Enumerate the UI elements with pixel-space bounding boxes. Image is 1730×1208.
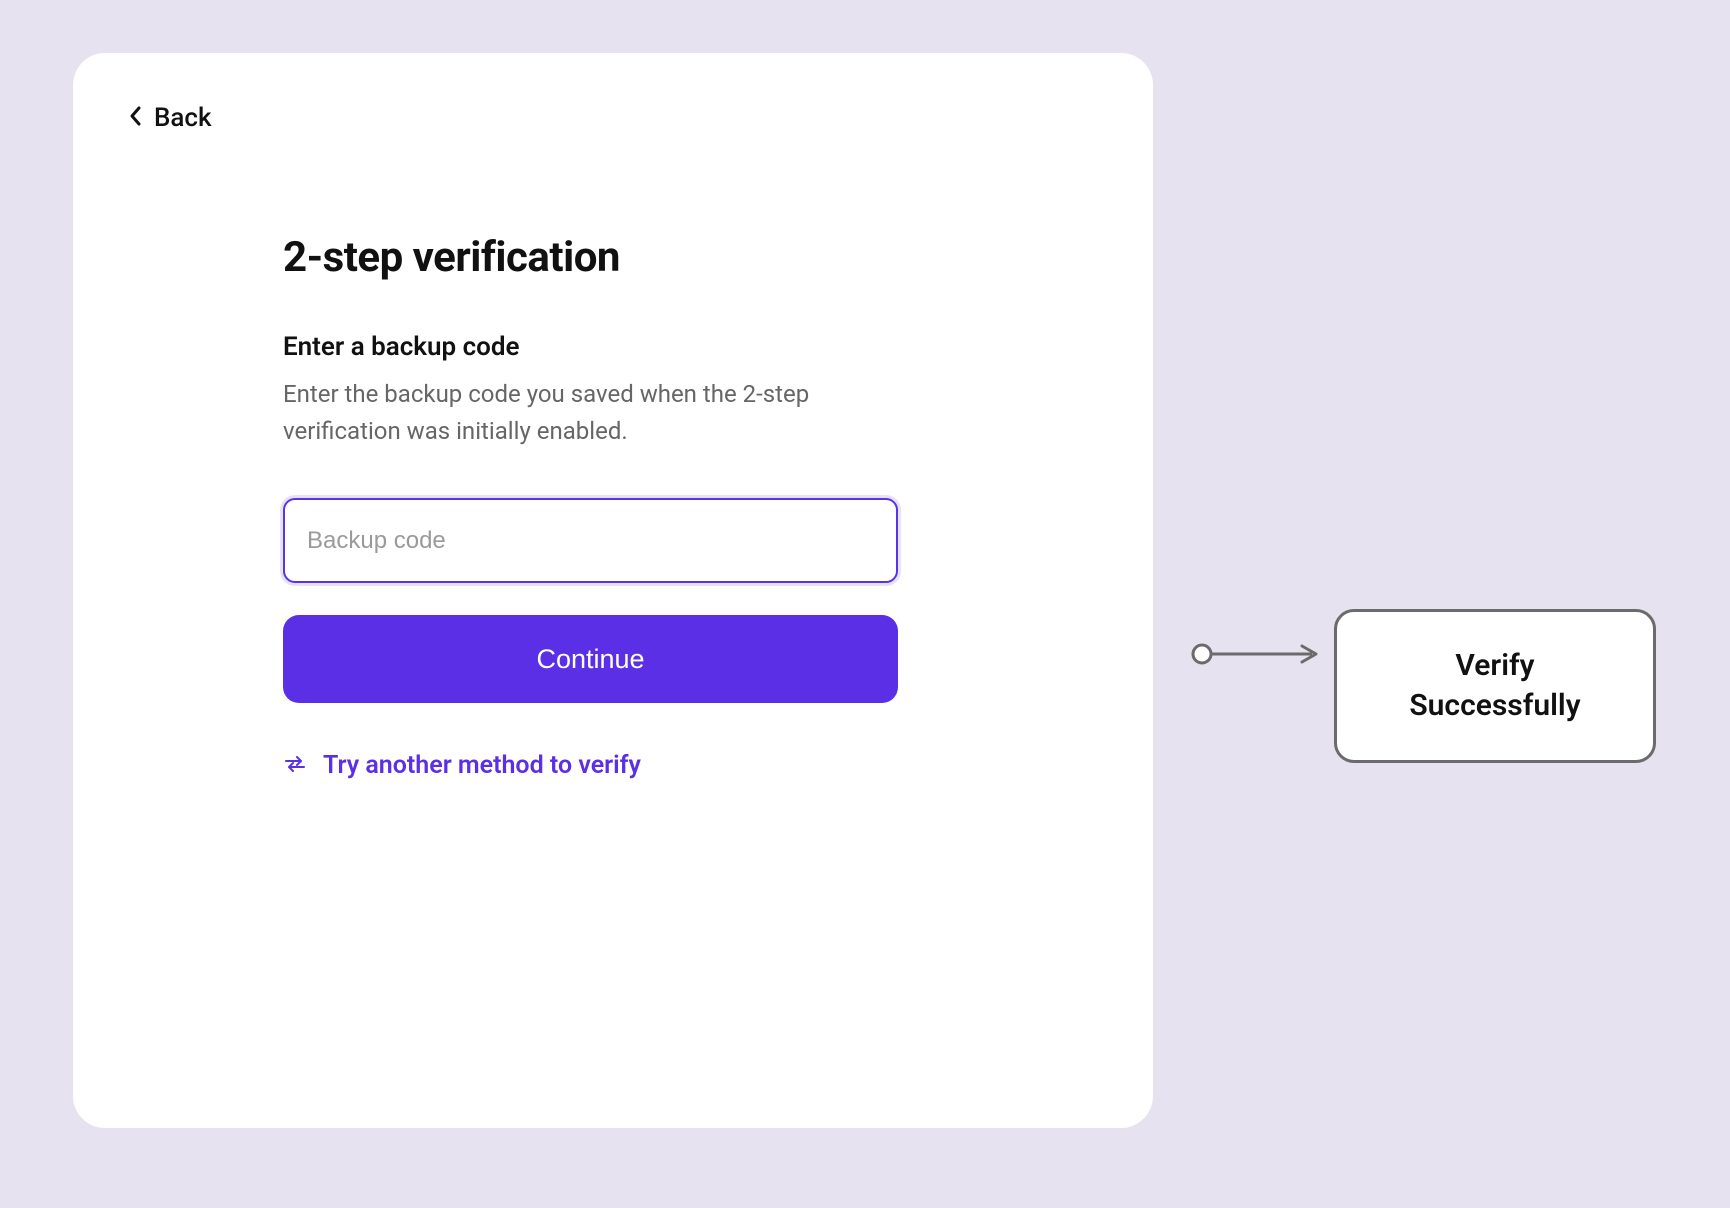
flow-result-box: Verify Successfully: [1334, 609, 1656, 763]
back-label: Back: [154, 103, 212, 133]
flow-connector: [1190, 642, 1330, 670]
page-title: 2-step verification: [283, 233, 898, 282]
subtitle: Enter a backup code: [283, 332, 898, 362]
back-button[interactable]: Back: [128, 103, 212, 133]
try-another-method-link[interactable]: Try another method to verify: [283, 751, 641, 780]
backup-code-input[interactable]: [283, 498, 898, 583]
chevron-left-icon: [128, 104, 144, 132]
flow-result-label: Verify Successfully: [1409, 646, 1580, 727]
verification-card: Back 2-step verification Enter a backup …: [73, 53, 1153, 1128]
card-content: 2-step verification Enter a backup code …: [128, 133, 1048, 780]
try-another-method-label: Try another method to verify: [323, 751, 641, 780]
description: Enter the backup code you saved when the…: [283, 376, 898, 450]
swap-icon: [283, 755, 307, 777]
continue-button[interactable]: Continue: [283, 615, 898, 703]
